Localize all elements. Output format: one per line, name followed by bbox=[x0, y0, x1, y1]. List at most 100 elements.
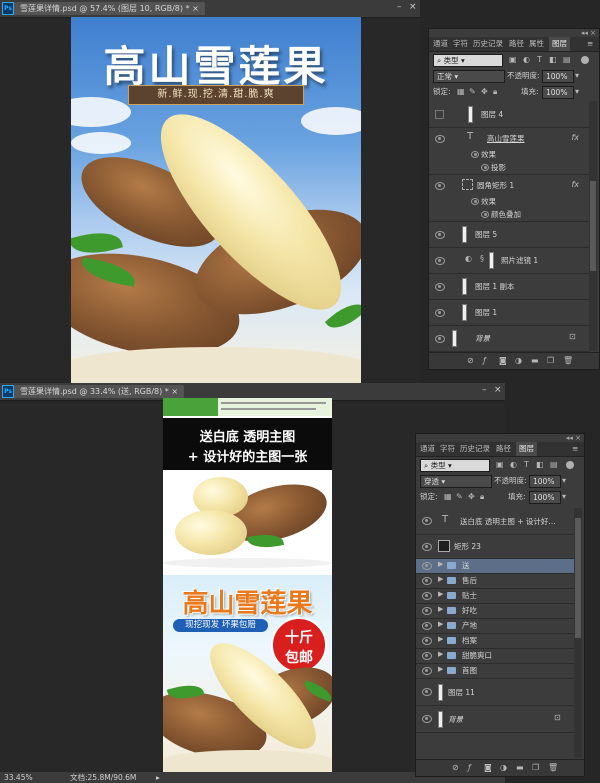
layer-group-row[interactable]: ▶ 售后 bbox=[416, 574, 574, 589]
lock-paint-icon[interactable]: ✎ bbox=[469, 85, 476, 99]
add-mask-icon[interactable]: ◙ bbox=[484, 763, 492, 772]
new-group-icon[interactable]: ▬ bbox=[531, 356, 539, 365]
eye-icon[interactable] bbox=[422, 715, 432, 723]
minimize-icon[interactable]: – bbox=[482, 385, 487, 395]
filter-pixel-icon[interactable]: ▣ bbox=[509, 53, 517, 67]
effect-row[interactable]: 效果 bbox=[429, 195, 589, 207]
minimize-icon[interactable]: – bbox=[397, 2, 402, 12]
canvas-image-bottom[interactable]: 送白底 透明主图 + 设计好的主图一张 高山雪莲果 现挖现发 坏果包赔 十斤 包… bbox=[163, 398, 332, 772]
layer-group-row[interactable]: ▶ 送 bbox=[416, 559, 574, 574]
eye-icon[interactable] bbox=[435, 283, 445, 291]
layer-row[interactable]: T 送白底 透明主图 + 设计好... bbox=[416, 508, 574, 535]
fill-input[interactable]: 100% bbox=[529, 491, 561, 504]
layer-group-row[interactable]: ▶ 甜脆爽口 bbox=[416, 649, 574, 664]
expand-arrow-icon[interactable]: ▶ bbox=[438, 590, 443, 598]
blend-mode-select[interactable]: 穿透 ▾ bbox=[420, 475, 492, 488]
eye-icon[interactable] bbox=[435, 309, 445, 317]
new-layer-icon[interactable]: ❐ bbox=[547, 356, 554, 365]
eye-icon[interactable] bbox=[435, 335, 445, 343]
expand-arrow-icon[interactable]: ▶ bbox=[438, 650, 443, 658]
expand-arrow-icon[interactable]: ▶ bbox=[438, 665, 443, 673]
expand-arrow-icon[interactable]: ▶ bbox=[438, 575, 443, 583]
new-adjustment-icon[interactable]: ◑ bbox=[515, 356, 522, 365]
close-window-icon[interactable]: × bbox=[494, 385, 502, 395]
filter-smart-icon[interactable]: ▤ bbox=[563, 53, 571, 67]
expand-arrow-icon[interactable]: ▶ bbox=[438, 635, 443, 643]
tab-channels[interactable]: 通道 bbox=[420, 442, 435, 456]
fill-dropdown-icon[interactable]: ▾ bbox=[562, 490, 566, 504]
expand-arrow-icon[interactable]: ▶ bbox=[438, 620, 443, 628]
new-adjustment-icon[interactable]: ◑ bbox=[500, 763, 507, 772]
eye-icon[interactable] bbox=[471, 198, 479, 205]
layer-group-row[interactable]: ▶ 档案 bbox=[416, 634, 574, 649]
opacity-dropdown-icon[interactable]: ▾ bbox=[575, 69, 579, 83]
link-layers-icon[interactable]: ⊘ bbox=[452, 763, 459, 772]
tab-history[interactable]: 历史记录 bbox=[460, 442, 490, 456]
filter-shape-icon[interactable]: ◧ bbox=[536, 458, 544, 472]
filter-adjust-icon[interactable]: ◐ bbox=[523, 53, 530, 67]
filter-text-icon[interactable]: T bbox=[524, 458, 529, 472]
filter-toggle-icon[interactable] bbox=[566, 461, 574, 469]
eye-icon[interactable] bbox=[422, 562, 432, 570]
eye-icon[interactable] bbox=[422, 667, 432, 675]
eye-icon[interactable] bbox=[422, 592, 432, 600]
filter-text-icon[interactable]: T bbox=[537, 53, 542, 67]
eye-icon[interactable] bbox=[422, 517, 432, 525]
panel-menu-icon[interactable]: ≡ bbox=[587, 37, 593, 51]
delete-layer-icon[interactable]: 🗑︎ bbox=[548, 763, 558, 772]
eye-icon[interactable] bbox=[471, 151, 479, 158]
add-style-icon[interactable]: ƒ bbox=[483, 356, 486, 365]
filter-toggle-icon[interactable] bbox=[581, 56, 589, 64]
tab-paths[interactable]: 路径 bbox=[509, 37, 524, 51]
tab-character[interactable]: 字符 bbox=[453, 37, 468, 51]
layer-group-row[interactable]: ▶ 好吃 bbox=[416, 604, 574, 619]
fill-input[interactable]: 100% bbox=[542, 86, 574, 99]
tab-layers[interactable]: 图层 bbox=[516, 442, 537, 456]
eye-icon[interactable] bbox=[435, 257, 445, 265]
lock-all-icon[interactable]: 🔒︎ bbox=[480, 490, 484, 504]
scrollbar-thumb[interactable] bbox=[575, 518, 581, 638]
tab-properties[interactable]: 属性 bbox=[529, 37, 544, 51]
eye-icon[interactable] bbox=[435, 182, 445, 190]
expand-arrow-icon[interactable]: ▶ bbox=[438, 560, 443, 568]
zoom-level[interactable]: 33.45% bbox=[4, 772, 33, 783]
layer-row[interactable]: T 高山雪莲果 fx bbox=[429, 128, 589, 148]
opacity-input[interactable]: 100% bbox=[529, 475, 561, 488]
eye-icon[interactable] bbox=[481, 164, 489, 171]
eye-icon[interactable] bbox=[422, 577, 432, 585]
opacity-input[interactable]: 100% bbox=[542, 70, 574, 83]
filter-select[interactable]: ⌕ 类型 ▾ bbox=[420, 459, 490, 472]
document-tab[interactable]: 雪莲果详情.psd @ 57.4% (图层 10, RGB/8) * × bbox=[14, 2, 205, 15]
delete-layer-icon[interactable]: 🗑︎ bbox=[563, 356, 573, 365]
layer-row[interactable]: 背景 ⊡ bbox=[416, 706, 574, 733]
eye-icon[interactable] bbox=[435, 231, 445, 239]
lock-paint-icon[interactable]: ✎ bbox=[456, 490, 463, 504]
filter-adjust-icon[interactable]: ◐ bbox=[510, 458, 517, 472]
close-window-icon[interactable]: × bbox=[409, 2, 417, 12]
status-menu-icon[interactable]: ▸ bbox=[156, 772, 160, 783]
eye-icon[interactable] bbox=[422, 607, 432, 615]
new-layer-icon[interactable]: ❐ bbox=[532, 763, 539, 772]
eye-icon[interactable] bbox=[481, 211, 489, 218]
fill-dropdown-icon[interactable]: ▾ bbox=[575, 85, 579, 99]
layer-row[interactable]: 矩形 23 bbox=[416, 535, 574, 559]
tab-paths[interactable]: 路径 bbox=[496, 442, 511, 456]
effect-row[interactable]: 效果 bbox=[429, 148, 589, 160]
layer-row[interactable]: 图层 5 bbox=[429, 222, 589, 248]
layer-row[interactable]: 背景 ⊡ bbox=[429, 326, 589, 352]
eye-icon[interactable] bbox=[422, 688, 432, 696]
eye-icon[interactable] bbox=[422, 622, 432, 630]
add-style-icon[interactable]: ƒ bbox=[468, 763, 471, 772]
eye-icon[interactable] bbox=[422, 543, 432, 551]
tab-history[interactable]: 历史记录 bbox=[473, 37, 503, 51]
tab-character[interactable]: 字符 bbox=[440, 442, 455, 456]
filter-shape-icon[interactable]: ◧ bbox=[549, 53, 557, 67]
opacity-dropdown-icon[interactable]: ▾ bbox=[562, 474, 566, 488]
add-mask-icon[interactable]: ◙ bbox=[499, 356, 507, 365]
document-tab[interactable]: 雪莲果详情.psd @ 33.4% (送, RGB/8) * × bbox=[14, 385, 185, 398]
lock-move-icon[interactable]: ✥ bbox=[481, 85, 488, 99]
fx-icon[interactable]: fx bbox=[571, 180, 579, 189]
lock-transparent-icon[interactable]: ▦ bbox=[444, 490, 452, 504]
effect-row[interactable]: 颜色叠加 bbox=[429, 207, 589, 222]
eye-icon[interactable] bbox=[435, 135, 445, 143]
